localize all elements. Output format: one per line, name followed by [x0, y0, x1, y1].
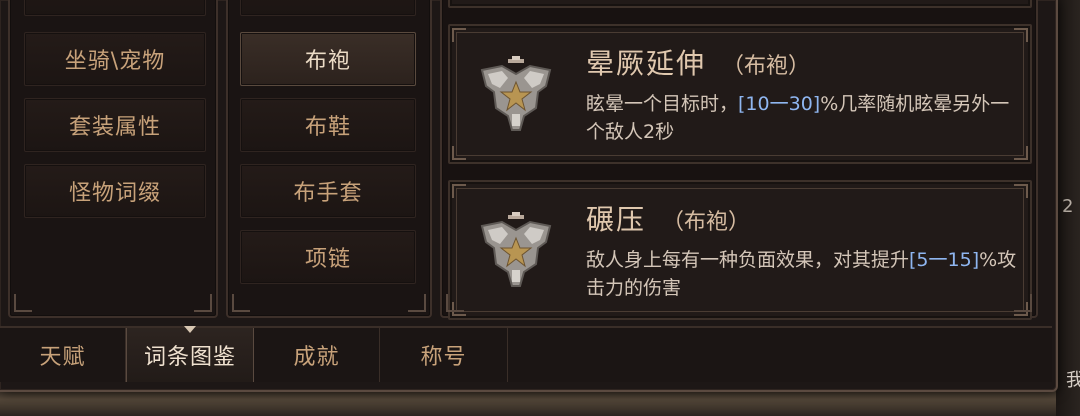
item-type-button-cloth-gloves[interactable]: 布手套	[240, 164, 416, 218]
item-type-label: 布手套	[293, 181, 363, 206]
category-button-monster-affix[interactable]: 怪物词缀	[24, 164, 206, 218]
game-screen: 2 我 称号 坐骑\宠物 套装属性 怪物词缀 布甲 布袍	[0, 0, 1080, 416]
item-type-button-necklace[interactable]: 项链	[240, 230, 416, 284]
frame-ornament	[194, 294, 212, 312]
item-type-button-partial[interactable]: 布甲	[240, 0, 416, 16]
entry-slot: （布袍）	[662, 210, 751, 235]
winged-eagle-star-emblem-icon	[480, 212, 552, 287]
codex-window: 称号 坐骑\宠物 套装属性 怪物词缀 布甲 布袍 布鞋	[0, 0, 1058, 392]
entry-value-range: [10一30]	[738, 93, 821, 115]
entry-name: 晕厥延伸	[586, 47, 707, 80]
partial-edge-text: 我	[1066, 370, 1080, 391]
tab-affix-codex[interactable]: 词条图鉴	[126, 326, 254, 382]
category-button-partial[interactable]: 称号	[24, 0, 206, 16]
frame-ornament	[232, 294, 250, 312]
item-type-column: 布甲 布袍 布鞋 布手套 项链	[226, 0, 432, 318]
category-label: 怪物词缀	[68, 181, 161, 206]
category-column: 称号 坐骑\宠物 套装属性 怪物词缀	[8, 0, 218, 318]
tab-achievements[interactable]: 成就	[254, 328, 380, 382]
item-type-label: 布袍	[304, 49, 351, 74]
entry-list: 晕厥延伸 （布袍） 眩晕一个目标时，[10一30]%几率随机眩晕另外一个敌人2秒	[440, 0, 1038, 320]
tab-titles[interactable]: 称号	[380, 328, 508, 382]
entry-description: 敌人身上每有一种负面效果，对其提升[5一15]%攻击力的伤害	[586, 249, 1017, 299]
winged-eagle-star-emblem-icon	[480, 56, 552, 131]
category-button-set-attributes[interactable]: 套装属性	[24, 98, 206, 152]
entry-card[interactable]: 碾压 （布袍） 敌人身上每有一种负面效果，对其提升[5一15]%攻击力的伤害	[448, 180, 1032, 320]
frame-ornament	[408, 294, 426, 312]
item-type-button-cloth-robe[interactable]: 布袍	[240, 32, 416, 86]
entry-description: 眩晕一个目标时，[10一30]%几率随机眩晕另外一个敌人2秒	[586, 93, 1010, 143]
entry-value-range: [5一15]	[909, 249, 980, 271]
partial-edge-number: 2	[1062, 196, 1074, 217]
world-background-strip	[0, 388, 1080, 416]
category-button-mount-pet[interactable]: 坐骑\宠物	[24, 32, 206, 86]
frame-ornament	[1014, 294, 1032, 312]
item-type-label: 布鞋	[304, 115, 351, 140]
entry-card[interactable]: 晕厥延伸 （布袍） 眩晕一个目标时，[10一30]%几率随机眩晕另外一个敌人2秒	[448, 24, 1032, 164]
category-label: 坐骑\宠物	[64, 49, 166, 74]
category-label: 套装属性	[68, 115, 161, 140]
active-tab-indicator-icon	[184, 326, 196, 333]
entry-card-partial	[448, 0, 1032, 8]
item-type-label: 项链	[304, 247, 351, 272]
entry-name: 碾压	[586, 203, 647, 236]
entry-slot: （布袍）	[722, 54, 811, 79]
item-type-button-cloth-shoes[interactable]: 布鞋	[240, 98, 416, 152]
frame-ornament	[446, 294, 464, 312]
frame-ornament	[14, 294, 32, 312]
tab-talent[interactable]: 天赋	[0, 328, 126, 382]
bottom-tab-bar: 天赋 词条图鉴 成就 称号	[0, 326, 1052, 382]
